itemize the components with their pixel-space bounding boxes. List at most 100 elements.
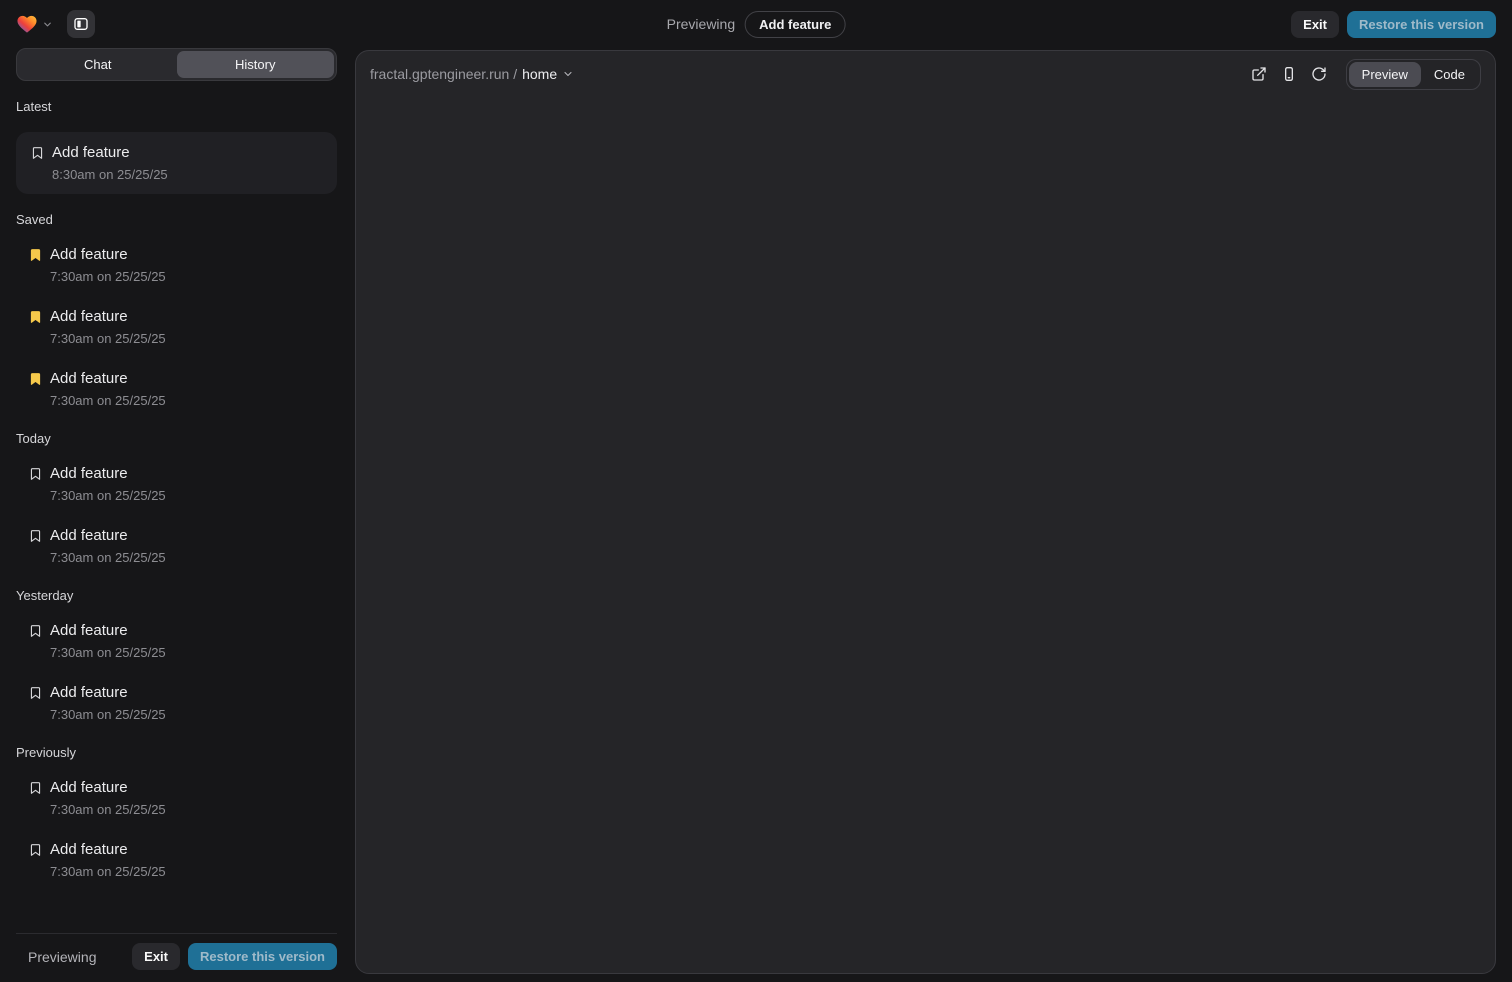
history-section-items: Add feature 7:30am on 25/25/25 Add featu… xyxy=(16,778,337,880)
version-name-pill[interactable]: Add feature xyxy=(745,11,845,38)
bookmark-icon xyxy=(28,840,43,858)
history-section-items: Add feature 7:30am on 25/25/25 Add featu… xyxy=(16,621,337,723)
lovable-heart-logo-icon xyxy=(16,14,38,34)
history-section: Yesterday Add feature 7:30am on 25/25/25… xyxy=(16,588,337,723)
external-link-icon xyxy=(1251,66,1267,82)
bookmark-icon xyxy=(28,464,43,482)
bookmark-icon xyxy=(28,245,43,263)
version-item[interactable]: Add feature 7:30am on 25/25/25 xyxy=(16,683,337,723)
version-item-text: Add feature 7:30am on 25/25/25 xyxy=(50,683,166,723)
version-item-text: Add feature 7:30am on 25/25/25 xyxy=(50,369,166,409)
version-item-text: Add feature 8:30am on 25/25/25 xyxy=(52,143,168,183)
version-item-timestamp: 7:30am on 25/25/25 xyxy=(50,864,166,880)
version-item-timestamp: 7:30am on 25/25/25 xyxy=(50,269,166,285)
preview-viewport[interactable] xyxy=(356,97,1495,973)
history-section: Today Add feature 7:30am on 25/25/25 Add… xyxy=(16,431,337,566)
version-item-title: Add feature xyxy=(50,778,166,797)
tab-history[interactable]: History xyxy=(177,51,335,78)
exit-button[interactable]: Exit xyxy=(1291,11,1339,38)
version-item-text: Add feature 7:30am on 25/25/25 xyxy=(50,307,166,347)
restore-version-button[interactable]: Restore this version xyxy=(1347,11,1496,38)
bookmark-icon xyxy=(28,369,43,387)
version-item-text: Add feature 7:30am on 25/25/25 xyxy=(50,245,166,285)
mobile-preview-button[interactable] xyxy=(1276,61,1302,87)
version-item-timestamp: 7:30am on 25/25/25 xyxy=(50,331,166,347)
sidebar-tabs: ChatHistory xyxy=(16,48,337,81)
open-in-new-window-button[interactable] xyxy=(1246,61,1272,87)
version-item[interactable]: Add feature 7:30am on 25/25/25 xyxy=(16,245,337,285)
version-item-text: Add feature 7:30am on 25/25/25 xyxy=(50,526,166,566)
view-toggle-code[interactable]: Code xyxy=(1421,62,1478,87)
version-item[interactable]: Add feature 7:30am on 25/25/25 xyxy=(16,464,337,504)
version-item[interactable]: Add feature 8:30am on 25/25/25 xyxy=(16,132,337,194)
preview-panel: fractal.gptengineer.run / home xyxy=(355,50,1496,974)
history-section: Previously Add feature 7:30am on 25/25/2… xyxy=(16,745,337,880)
bookmark-icon xyxy=(28,621,43,639)
version-item[interactable]: Add feature 7:30am on 25/25/25 xyxy=(16,369,337,409)
history-list: Latest Add feature 8:30am on 25/25/25 Sa… xyxy=(16,99,337,933)
smartphone-icon xyxy=(1281,66,1297,82)
version-item-title: Add feature xyxy=(50,245,166,264)
history-sidebar: ChatHistory Latest Add feature 8:30am on… xyxy=(16,48,337,970)
version-item-timestamp: 7:30am on 25/25/25 xyxy=(50,645,166,661)
bookmark-icon xyxy=(28,307,43,325)
version-item[interactable]: Add feature 7:30am on 25/25/25 xyxy=(16,840,337,880)
chevron-down-icon xyxy=(42,19,53,30)
history-section: Saved Add feature 7:30am on 25/25/25 Add… xyxy=(16,212,337,409)
version-item-title: Add feature xyxy=(50,369,166,388)
previewing-status-label: Previewing xyxy=(667,16,735,32)
preview-url-prefix: fractal.gptengineer.run / xyxy=(370,66,517,82)
version-item-title: Add feature xyxy=(50,526,166,545)
preview-url-page: home xyxy=(522,66,557,82)
bookmark-icon xyxy=(28,526,43,544)
version-item[interactable]: Add feature 7:30am on 25/25/25 xyxy=(16,526,337,566)
history-section: Latest Add feature 8:30am on 25/25/25 xyxy=(16,99,337,194)
footer-restore-version-button[interactable]: Restore this version xyxy=(188,943,337,970)
bookmark-icon xyxy=(28,683,43,701)
topbar: Previewing Add feature Exit Restore this… xyxy=(0,0,1512,48)
version-item-title: Add feature xyxy=(52,143,168,162)
preview-url-selector[interactable]: fractal.gptengineer.run / home xyxy=(370,66,574,82)
history-section-title: Previously xyxy=(16,745,337,760)
refresh-icon xyxy=(1311,66,1327,82)
chevron-down-icon xyxy=(562,68,574,80)
version-item-text: Add feature 7:30am on 25/25/25 xyxy=(50,840,166,880)
history-section-items: Add feature 7:30am on 25/25/25 Add featu… xyxy=(16,245,337,409)
sidebar-toggle-button[interactable] xyxy=(67,10,95,38)
version-item-title: Add feature xyxy=(50,464,166,483)
version-item-title: Add feature xyxy=(50,621,166,640)
version-item-title: Add feature xyxy=(50,683,166,702)
version-item-title: Add feature xyxy=(50,840,166,859)
bookmark-icon xyxy=(30,143,45,161)
tab-chat[interactable]: Chat xyxy=(19,51,177,78)
version-item-timestamp: 7:30am on 25/25/25 xyxy=(50,802,166,818)
panel-left-icon xyxy=(73,16,89,32)
history-section-title: Yesterday xyxy=(16,588,337,603)
preview-code-toggle: PreviewCode xyxy=(1346,59,1481,90)
version-item-text: Add feature 7:30am on 25/25/25 xyxy=(50,464,166,504)
history-section-items: Add feature 7:30am on 25/25/25 Add featu… xyxy=(16,464,337,566)
footer-previewing-label: Previewing xyxy=(28,949,96,965)
version-item-timestamp: 7:30am on 25/25/25 xyxy=(50,488,166,504)
app-logo-menu[interactable] xyxy=(16,14,53,34)
version-item-timestamp: 7:30am on 25/25/25 xyxy=(50,550,166,566)
version-item-timestamp: 7:30am on 25/25/25 xyxy=(50,393,166,409)
footer-exit-button[interactable]: Exit xyxy=(132,943,180,970)
version-item-timestamp: 7:30am on 25/25/25 xyxy=(50,707,166,723)
history-section-items: Add feature 8:30am on 25/25/25 xyxy=(16,132,337,194)
preview-panel-header: fractal.gptengineer.run / home xyxy=(356,51,1495,97)
refresh-button[interactable] xyxy=(1306,61,1332,87)
history-section-title: Today xyxy=(16,431,337,446)
version-item-text: Add feature 7:30am on 25/25/25 xyxy=(50,778,166,818)
version-item-text: Add feature 7:30am on 25/25/25 xyxy=(50,621,166,661)
sidebar-footer: Previewing Exit Restore this version xyxy=(16,933,337,970)
version-item[interactable]: Add feature 7:30am on 25/25/25 xyxy=(16,778,337,818)
history-section-title: Latest xyxy=(16,99,337,114)
bookmark-icon xyxy=(28,778,43,796)
history-section-title: Saved xyxy=(16,212,337,227)
version-item-timestamp: 8:30am on 25/25/25 xyxy=(52,167,168,183)
version-item[interactable]: Add feature 7:30am on 25/25/25 xyxy=(16,307,337,347)
version-item[interactable]: Add feature 7:30am on 25/25/25 xyxy=(16,621,337,661)
view-toggle-preview[interactable]: Preview xyxy=(1349,62,1421,87)
version-item-title: Add feature xyxy=(50,307,166,326)
